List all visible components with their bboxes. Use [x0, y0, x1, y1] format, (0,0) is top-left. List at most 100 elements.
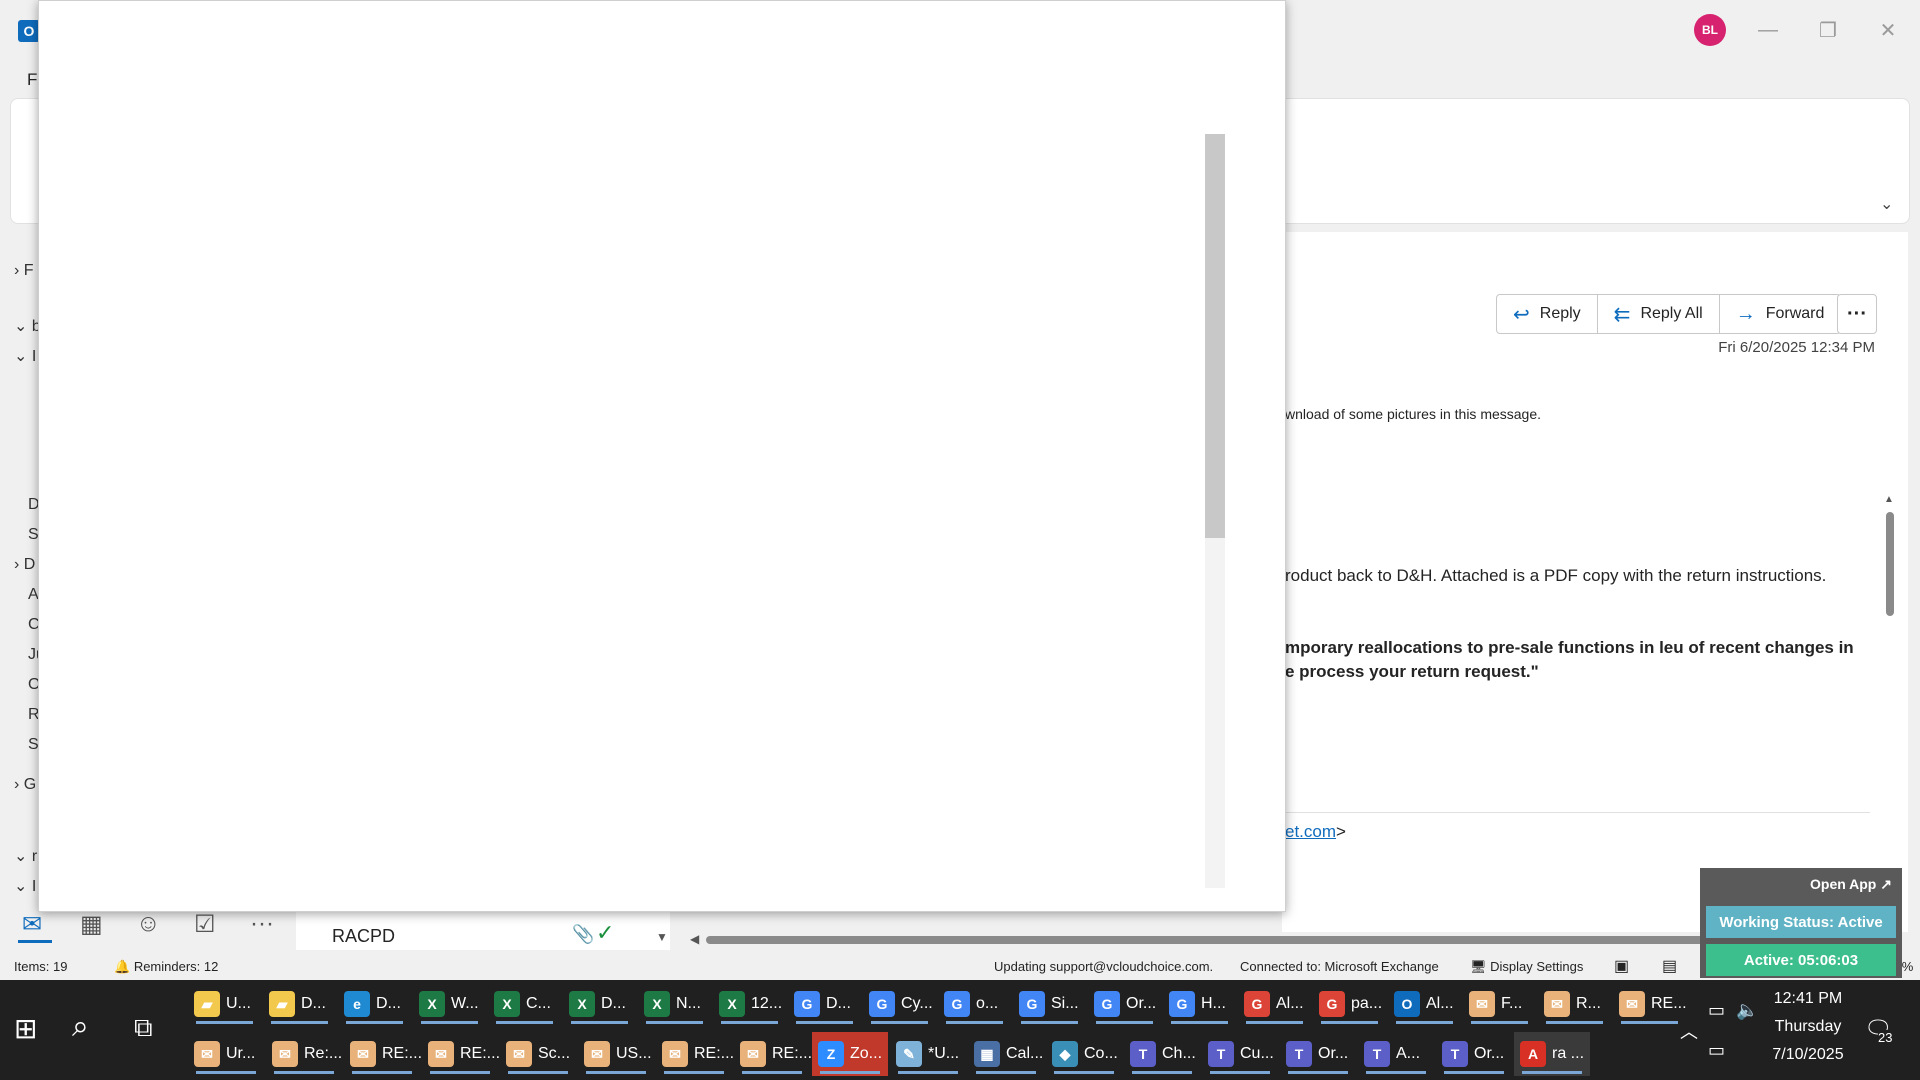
taskbar-app-button[interactable]: ✎ *U... — [890, 1032, 966, 1076]
taskbar-app-button[interactable]: G H... — [1163, 982, 1236, 1026]
taskbar-app-button[interactable]: T Cu... — [1202, 1032, 1278, 1076]
mail-nav-indicator — [18, 940, 52, 943]
scroll-down-arrow-icon[interactable]: ▼ — [656, 930, 668, 944]
scroll-up-arrow-icon[interactable]: ▲ — [1884, 494, 1894, 505]
ribbon-collapse-chevron-icon[interactable]: ⌄ — [1880, 194, 1893, 214]
running-indicator — [430, 1071, 490, 1074]
running-indicator — [1288, 1071, 1348, 1074]
folder-pane: › F ⌄ b ⌄ I D S › D A C Ju O R S › G ⌄ r… — [8, 232, 45, 938]
taskbar-app-button[interactable]: Z Zo... — [812, 1032, 888, 1076]
folder-item[interactable]: › G — [14, 776, 36, 794]
taskbar-app-button[interactable]: X N... — [638, 982, 711, 1026]
taskbar-app-button[interactable]: ✉ RE:... — [422, 1032, 500, 1076]
more-actions-button[interactable]: ··· — [1837, 294, 1877, 334]
checkmark-icon[interactable]: ✓ — [596, 920, 614, 946]
tray-overflow-chevron-icon[interactable]: ︿ — [1680, 1018, 1698, 1044]
taskbar-app-button[interactable]: ✉ US... — [578, 1032, 654, 1076]
app-icon: ✉ — [350, 1041, 376, 1067]
tasks-icon[interactable]: ☑ — [194, 910, 216, 939]
taskbar-app-button[interactable]: T A... — [1358, 1032, 1434, 1076]
taskbar-app-button[interactable]: T Or... — [1280, 1032, 1356, 1076]
reminders[interactable]: 🔔 Reminders: 12 — [114, 959, 218, 975]
folder-item[interactable]: ⌄ I — [14, 346, 36, 366]
task-view-icon[interactable]: ⧉ — [134, 1012, 153, 1044]
taskbar-app-button[interactable]: ✉ R... — [1538, 982, 1611, 1026]
reply-button[interactable]: ↩ Reply — [1496, 294, 1598, 334]
taskbar-app-button[interactable]: G Cy... — [863, 982, 936, 1026]
running-indicator — [664, 1071, 724, 1074]
minimize-button[interactable]: — — [1748, 14, 1788, 46]
taskbar-app-button[interactable]: ✉ Sc... — [500, 1032, 576, 1076]
working-status-badge: Working Status: Active — [1706, 906, 1896, 938]
taskbar-app-button[interactable]: G Si... — [1013, 982, 1086, 1026]
taskbar-app-button[interactable]: ✉ Ur... — [188, 1032, 264, 1076]
clock-time[interactable]: 12:41 PM — [1760, 990, 1856, 1008]
folder-item[interactable]: ⌄ b — [14, 316, 41, 336]
taskbar-app-button[interactable]: Ara ... — [1514, 1032, 1590, 1076]
taskbar-app-button[interactable]: G Al... — [1238, 982, 1311, 1026]
taskbar-app-button[interactable]: ✉ Re:... — [266, 1032, 342, 1076]
taskbar-app-button[interactable]: Go... — [938, 982, 1011, 1026]
taskbar-app-button[interactable]: T Or... — [1436, 1032, 1512, 1076]
taskbar-app-button[interactable]: ✉ RE:... — [734, 1032, 812, 1076]
taskbar-app-button[interactable]: G Or... — [1088, 982, 1161, 1026]
taskbar-app-label: D... — [376, 995, 401, 1012]
sync-status: Updating support@vcloudchoice.com. — [994, 959, 1214, 974]
forward-button[interactable]: → Forward — [1719, 294, 1842, 334]
taskbar-app-button[interactable]: ◆ Co... — [1046, 1032, 1122, 1076]
app-icon: T — [1442, 1041, 1468, 1067]
maximize-button[interactable]: ❐ — [1808, 14, 1848, 46]
reply-all-button[interactable]: ⇇ Reply All — [1597, 294, 1720, 334]
app-icon: T — [1208, 1041, 1234, 1067]
people-icon[interactable]: ☺ — [136, 910, 161, 938]
open-app-button[interactable]: Open App ↗ — [1810, 876, 1892, 893]
folder-item[interactable]: ⌄ r — [14, 846, 37, 866]
volume-icon[interactable]: 🔈 — [1736, 1000, 1758, 1021]
taskbar-app-button[interactable]: G D... — [788, 982, 861, 1026]
taskbar-app-button[interactable]: e D... — [338, 982, 411, 1026]
taskbar-app-button[interactable]: ✉ RE... — [1613, 982, 1687, 1026]
user-avatar[interactable]: BL — [1694, 14, 1726, 46]
close-window-button[interactable]: ✕ — [1868, 14, 1908, 46]
taskbar-app-label: Si... — [1051, 995, 1079, 1012]
windows-start-icon[interactable]: ⊞ — [14, 1012, 37, 1045]
taskbar-app-button[interactable]: Gpa... — [1313, 982, 1386, 1026]
clock-date[interactable]: 7/10/2025 — [1760, 1046, 1856, 1064]
popup-scrollbar-thumb[interactable] — [1205, 134, 1225, 538]
taskbar-app-button[interactable]: X 12... — [713, 982, 786, 1026]
horizontal-scrollbar-thumb[interactable] — [706, 936, 1706, 944]
scroll-left-arrow-icon[interactable]: ◀ — [690, 932, 699, 946]
reading-pane-scrollbar-thumb[interactable] — [1886, 512, 1894, 616]
folder-item[interactable]: › D — [14, 556, 35, 574]
taskbar-app-button[interactable]: X C... — [488, 982, 561, 1026]
taskbar-app-button[interactable]: X W... — [413, 982, 486, 1026]
taskbar-app-label: N... — [676, 995, 701, 1012]
more-apps-icon[interactable]: ··· — [250, 910, 274, 938]
picture-download-notice[interactable]: wnload of some pictures in this message. — [1285, 406, 1541, 422]
running-indicator — [421, 1021, 478, 1024]
folder-item[interactable]: ⌄ I — [14, 876, 36, 896]
display-settings-button[interactable]: 🖥 Display Settings — [1470, 959, 1583, 975]
app-icon: G — [1244, 991, 1270, 1017]
taskbar-app-button[interactable]: ✉ RE:... — [344, 1032, 422, 1076]
network-icon[interactable]: ▭ — [1708, 1040, 1725, 1061]
taskbar-app-button[interactable]: O Al... — [1388, 982, 1461, 1026]
taskbar-app-button[interactable]: ✉ F... — [1463, 982, 1536, 1026]
taskbar-app-button[interactable]: ▦ Cal... — [968, 1032, 1044, 1076]
folder-item[interactable]: › F — [14, 262, 34, 280]
email-link[interactable]: et.com — [1285, 822, 1336, 841]
taskbar-app-button[interactable]: T Ch... — [1124, 1032, 1200, 1076]
reading-view-icon[interactable]: ▤ — [1662, 956, 1677, 976]
battery-icon[interactable]: ▭ — [1708, 1000, 1725, 1021]
normal-view-icon[interactable]: ▣ — [1614, 956, 1629, 976]
mail-icon[interactable]: ✉ — [22, 910, 42, 939]
search-icon[interactable]: ⌕ — [72, 1010, 89, 1044]
clock-day[interactable]: Thursday — [1760, 1018, 1856, 1036]
blank-popup-window — [38, 0, 1286, 912]
taskbar-app-button[interactable]: ▰ D... — [263, 982, 336, 1026]
taskbar-app-button[interactable]: X D... — [563, 982, 636, 1026]
taskbar-app-button[interactable]: ✉ RE:... — [656, 1032, 734, 1076]
calendar-icon[interactable]: ▦ — [80, 910, 103, 939]
running-indicator — [898, 1071, 958, 1074]
taskbar-app-button[interactable]: ▰ U... — [188, 982, 261, 1026]
